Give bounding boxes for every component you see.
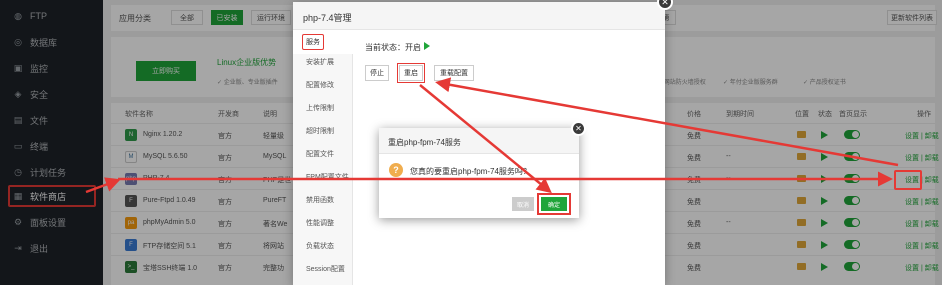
tab-extensions[interactable]: 安装扩展 <box>293 50 353 74</box>
status-text: 当前状态：开启 <box>365 43 421 52</box>
question-icon: ? <box>389 163 403 177</box>
confirm-title: 重启php-fpm-74服务 <box>388 138 461 147</box>
restart-confirm-dialog: 重启php-fpm-74服务 ✕ ? 您真的要重启php-fpm-74服务吗？ … <box>379 121 586 218</box>
restart-button[interactable]: 重启 <box>397 63 425 83</box>
dialog-title: php-7.4管理 <box>303 13 352 23</box>
tab-session-config[interactable]: Session配置 <box>293 257 353 281</box>
highlight-box <box>894 170 922 190</box>
service-status: 当前状态：开启 <box>365 42 430 53</box>
dialog-header: php-7.4管理 <box>293 2 665 30</box>
stop-button[interactable]: 停止 <box>365 65 389 81</box>
confirm-message: 您真的要重启php-fpm-74服务吗？ <box>410 167 531 176</box>
tab-load-status[interactable]: 负载状态 <box>293 234 353 258</box>
close-icon[interactable]: ✕ <box>571 121 586 136</box>
reload-config-button[interactable]: 重载配置 <box>434 65 474 81</box>
tab-config-edit[interactable]: 配置修改 <box>293 73 353 97</box>
tab-timeout-limit[interactable]: 超时限制 <box>293 119 353 143</box>
tab-performance[interactable]: 性能调整 <box>293 211 353 235</box>
tab-fpm-config[interactable]: FPM配置文件 <box>293 165 353 189</box>
running-icon <box>424 42 430 50</box>
confirm-button[interactable]: 确定 <box>537 193 571 215</box>
cancel-button[interactable]: 取消 <box>512 197 534 211</box>
tab-config-file[interactable]: 配置文件 <box>293 142 353 166</box>
dialog-side-menu: 服务 安装扩展 配置修改 上传限制 超时限制 配置文件 FPM配置文件 禁用函数… <box>293 30 353 285</box>
tab-label: 服务 <box>302 34 324 50</box>
tab-disabled-functions[interactable]: 禁用函数 <box>293 188 353 212</box>
tab-upload-limit[interactable]: 上传限制 <box>293 96 353 120</box>
confirm-header: 重启php-fpm-74服务 <box>379 128 579 154</box>
